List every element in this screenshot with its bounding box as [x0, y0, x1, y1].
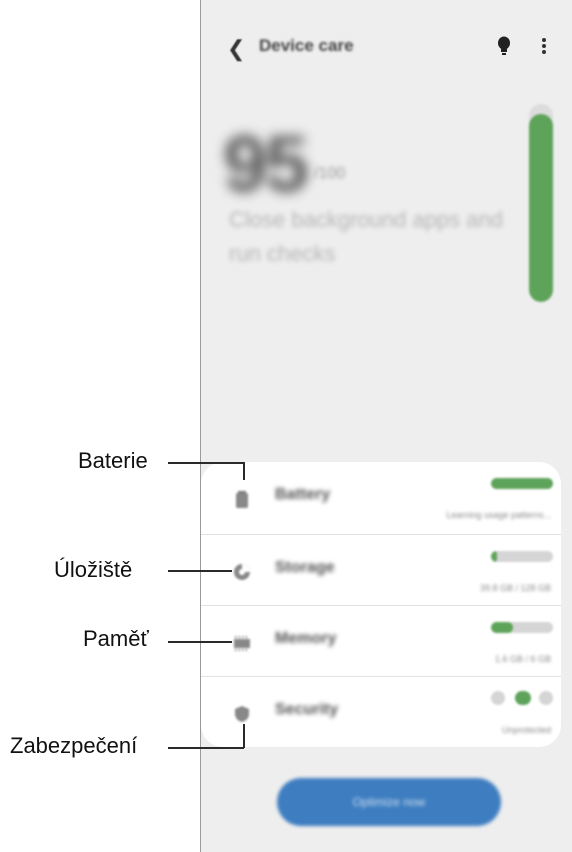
storage-label: Storage	[275, 559, 335, 576]
battery-icon	[236, 491, 248, 508]
security-status: Unprotected	[501, 725, 551, 735]
memory-chip-icon	[234, 636, 250, 651]
leader-line	[243, 724, 245, 748]
device-screen: ❮ Device care 95 /100 Close background a…	[200, 0, 572, 852]
battery-row[interactable]: Battery Learning usage patterns...	[201, 462, 561, 532]
back-button[interactable]: ❮	[227, 36, 245, 62]
leader-line	[168, 570, 232, 572]
memory-level-fill	[491, 622, 513, 633]
leader-line	[168, 747, 244, 749]
security-label: Security	[275, 701, 339, 718]
shield-icon	[235, 706, 249, 722]
security-status-dots	[491, 691, 555, 705]
score-level-fill	[529, 113, 553, 302]
status-dot	[491, 691, 505, 705]
callout-security: Zabezpečení	[10, 733, 138, 758]
lightbulb-icon[interactable]	[497, 36, 511, 56]
leader-line	[243, 462, 245, 480]
app-bar: ❮ Device care	[201, 24, 572, 68]
storage-level-fill	[491, 551, 498, 562]
storage-pie-icon	[234, 564, 250, 580]
memory-row[interactable]: Memory 1.6 GB / 6 GB	[201, 605, 561, 676]
callout-storage: Úložiště	[54, 557, 133, 582]
status-dot	[539, 691, 553, 705]
storage-row[interactable]: Storage 39.8 GB / 128 GB	[201, 534, 561, 605]
memory-label: Memory	[275, 630, 337, 647]
battery-status: Learning usage patterns...	[446, 510, 551, 520]
optimization-score: 95	[223, 119, 309, 208]
callout-memory: Paměť	[83, 626, 149, 651]
memory-status: 1.6 GB / 6 GB	[494, 654, 551, 664]
optimize-now-button[interactable]: Optimize now	[277, 778, 501, 826]
page-title: Device care	[259, 36, 354, 55]
status-message: Close background apps and run checks	[229, 207, 503, 266]
device-care-card: Battery Learning usage patterns... Stora…	[201, 462, 561, 747]
memory-level-bar	[491, 622, 553, 633]
battery-level-bar	[491, 478, 553, 489]
callout-battery: Baterie	[78, 448, 148, 473]
status-dot-active	[515, 691, 531, 705]
leader-line	[168, 641, 232, 643]
leader-line	[168, 462, 244, 464]
score-unit: /100	[314, 165, 346, 182]
battery-level-fill	[491, 478, 553, 489]
battery-label: Battery	[275, 486, 331, 503]
storage-status: 39.8 GB / 128 GB	[479, 583, 551, 593]
more-vertical-icon[interactable]	[541, 36, 547, 56]
storage-level-bar	[491, 551, 553, 562]
score-level-bar	[529, 104, 553, 302]
security-row[interactable]: Security Unprotected	[201, 676, 561, 747]
